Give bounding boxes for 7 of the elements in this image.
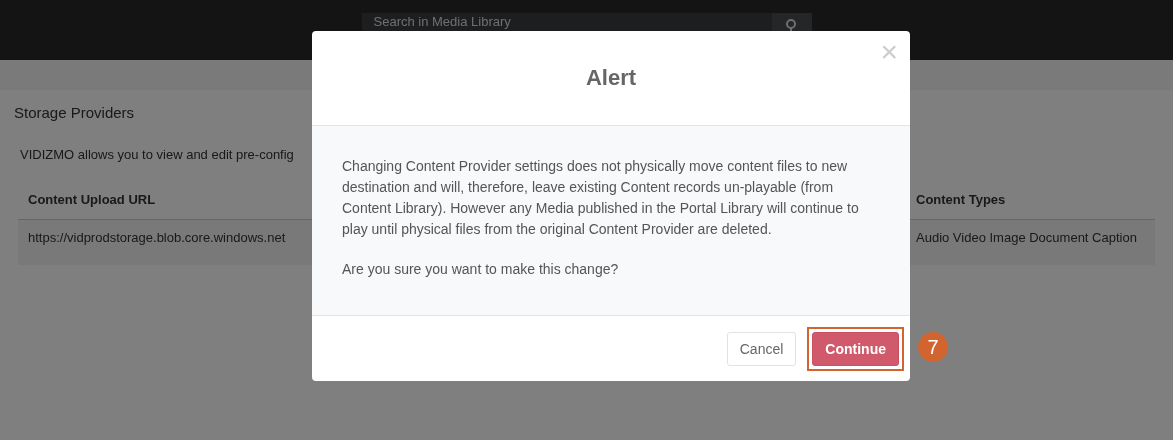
dialog-title: Alert <box>585 65 637 91</box>
page-title: Storage Providers <box>14 104 136 121</box>
step-badge: 7 <box>918 332 948 362</box>
cancel-button[interactable]: Cancel <box>726 331 797 366</box>
search-icon <box>784 19 799 33</box>
continue-button[interactable]: Continue <box>812 331 899 366</box>
intro-text: VIDIZMO allows you to view and edit pre-config <box>20 147 295 162</box>
